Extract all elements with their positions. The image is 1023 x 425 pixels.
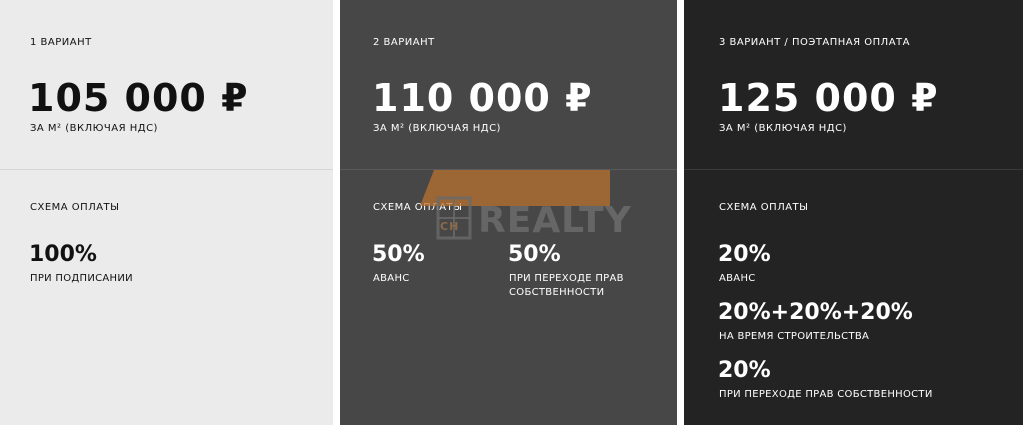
- pricing-card-variant-2: 2 ВАРИАНТ 110 000 ₽ ЗА М² (ВКЛЮЧАЯ НДС) …: [340, 0, 677, 425]
- payment-scheme-label: СХЕМА ОПЛАТЫ: [30, 202, 120, 213]
- payment-percent: 20%: [718, 242, 771, 267]
- variant-title: 3 ВАРИАНТ / ПОЭТАПНАЯ ОПЛАТА: [719, 37, 910, 48]
- payment-percent: 50%: [372, 242, 425, 267]
- payment-caption: АВАНС: [373, 273, 410, 284]
- pricing-card-variant-1: 1 ВАРИАНТ 105 000 ₽ ЗА М² (ВКЛЮЧАЯ НДС) …: [0, 0, 333, 425]
- payment-caption: АВАНС: [719, 273, 756, 284]
- price-unit: ЗА М² (ВКЛЮЧАЯ НДС): [30, 123, 158, 134]
- pricing-card-variant-3: 3 ВАРИАНТ / ПОЭТАПНАЯ ОПЛАТА 125 000 ₽ З…: [684, 0, 1023, 425]
- price: 110 000 ₽: [372, 76, 593, 120]
- payment-caption: ПРИ ПЕРЕХОДЕ ПРАВ СОБСТВЕННОСТИ: [509, 273, 624, 298]
- payment-scheme-label: СХЕМА ОПЛАТЫ: [719, 202, 809, 213]
- divider: [684, 169, 1023, 170]
- variant-title: 1 ВАРИАНТ: [30, 37, 92, 48]
- price: 105 000 ₽: [28, 76, 249, 120]
- variant-title: 2 ВАРИАНТ: [373, 37, 435, 48]
- divider: [340, 169, 677, 170]
- price-unit: ЗА М² (ВКЛЮЧАЯ НДС): [719, 123, 847, 134]
- payment-caption: ПРИ ПОДПИСАНИИ: [30, 273, 133, 284]
- payment-scheme-label: СХЕМА ОПЛАТЫ: [373, 202, 463, 213]
- payment-caption: ПРИ ПЕРЕХОДЕ ПРАВ СОБСТВЕННОСТИ: [719, 389, 933, 400]
- price-unit: ЗА М² (ВКЛЮЧАЯ НДС): [373, 123, 501, 134]
- payment-percent: 20%: [718, 358, 771, 383]
- price: 125 000 ₽: [718, 76, 939, 120]
- divider: [0, 169, 333, 170]
- payment-percent: 100%: [29, 242, 97, 267]
- payment-percent: 20%+20%+20%: [718, 300, 913, 325]
- payment-caption: НА ВРЕМЯ СТРОИТЕЛЬСТВА: [719, 331, 870, 342]
- payment-percent: 50%: [508, 242, 561, 267]
